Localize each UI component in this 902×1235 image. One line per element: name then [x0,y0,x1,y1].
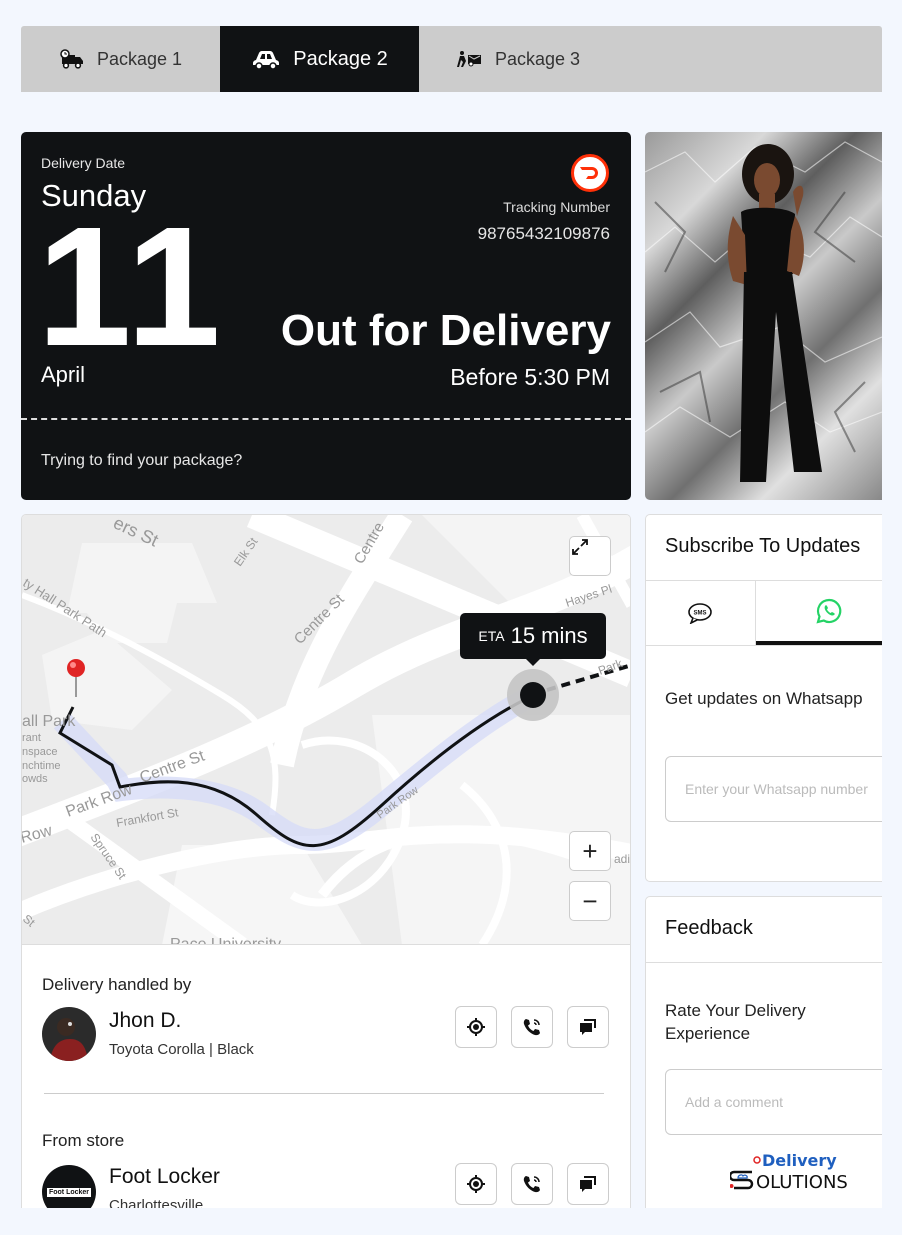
whatsapp-number-input[interactable]: Enter your Whatsapp number [665,756,882,822]
comment-input[interactable]: Add a comment [665,1069,882,1135]
delivery-solutions-logo: Delivery OLUTIONS [728,1151,870,1197]
store-actions [455,1163,609,1205]
chat-icon [580,1176,596,1192]
subscribe-channel-tabs: SMS [646,581,882,646]
destination-pin-icon [67,659,85,677]
call-store-button[interactable] [511,1163,553,1205]
chat-icon [580,1019,596,1035]
map-label: Pace University [170,936,281,945]
delivery-summary-card: Delivery Date Sunday 11 April Tracking N… [21,132,631,500]
tab-package-1[interactable]: Package 1 [21,26,220,92]
feedback-title: Feedback [646,897,882,963]
section-divider [44,1093,604,1094]
subscribe-card: Subscribe To Updates SMS Get updates on … [645,514,882,882]
delivery-person-icon [456,51,481,67]
map-label: nchtime [22,760,61,772]
message-store-button[interactable] [567,1163,609,1205]
doordash-logo-icon [571,154,609,192]
rate-delivery-label: Rate Your Delivery Experience [665,1001,806,1043]
phone-icon [523,1019,540,1036]
driver-info [42,1007,96,1061]
eta-tooltip: ETA 15 mins [460,613,606,666]
delivery-window: Before 5:30 PM [450,364,610,390]
delivery-month: April [41,362,86,387]
product-photo [645,132,882,500]
eta-label: ETA [478,628,505,644]
tab-whatsapp[interactable] [755,581,882,645]
tab-label: Package 2 [293,47,388,70]
car-icon [253,51,280,70]
driver-name: Jhon D. [109,1009,182,1032]
message-driver-button[interactable] [567,1006,609,1048]
brand-line-1: Delivery [762,1152,837,1170]
tab-package-3[interactable]: Package 3 [419,26,618,92]
feedback-card: Feedback Rate Your Delivery Experience A… [645,896,882,1235]
find-package-link[interactable]: Trying to find your package? [41,452,242,470]
delivery-status: Out for Delivery [280,306,611,355]
delivery-day-number: 11 [37,192,225,382]
driver-vehicle: Toyota Corolla | Black [109,1041,254,1058]
call-driver-button[interactable] [511,1006,553,1048]
phone-icon [523,1176,540,1193]
tab-label: Package 3 [494,48,581,69]
divider [21,418,631,420]
brand-line-2: OLUTIONS [756,1172,848,1192]
package-tabs: Package 1 Package 2 Package 3 [21,26,882,92]
whatsapp-icon [816,598,842,624]
map-label: nspace [22,746,57,758]
store-name: Foot Locker [109,1165,220,1188]
zoom-out-button[interactable]: − [569,881,611,921]
map-label: adis [614,852,631,866]
locate-icon [467,1175,485,1193]
tracking-details-card: ers St Elk St Centre St Centre ty Hall P… [21,514,631,1235]
svg-text:SMS: SMS [694,611,707,617]
tracking-number: 98765432109876 [477,224,610,243]
zoom-in-button[interactable]: + [569,831,611,871]
locate-store-button[interactable] [455,1163,497,1205]
page-bottom [0,1208,902,1235]
locate-driver-button[interactable] [455,1006,497,1048]
courier-location-icon [520,682,546,708]
tab-sms[interactable]: SMS [646,581,756,645]
tab-package-2[interactable]: Package 2 [220,26,419,92]
eta-value: 15 mins [510,623,588,648]
delivery-truck-icon [60,49,83,69]
sms-icon: SMS [688,603,713,624]
driver-avatar [42,1007,96,1061]
map-label: all Park [22,713,76,730]
tab-label: Package 1 [96,48,183,69]
expand-icon [572,539,588,555]
delivery-map[interactable]: ers St Elk St Centre St Centre ty Hall P… [22,515,631,945]
store-section-label: From store [42,1131,125,1150]
locate-icon [467,1018,485,1036]
driver-actions [455,1006,609,1048]
expand-map-button[interactable] [569,536,611,576]
map-canvas: ers St Elk St Centre St Centre ty Hall P… [22,515,631,945]
driver-section-label: Delivery handled by [42,975,192,994]
delivery-date-label: Delivery Date [41,155,126,171]
tracking-number-label: Tracking Number [503,199,610,215]
map-label: owds [22,773,48,785]
store-logo-text: Foot Locker [46,1187,92,1197]
map-label: rant [22,732,41,744]
subscribe-title: Subscribe To Updates [646,515,882,581]
subscribe-hint: Get updates on Whatsapp [665,689,863,708]
